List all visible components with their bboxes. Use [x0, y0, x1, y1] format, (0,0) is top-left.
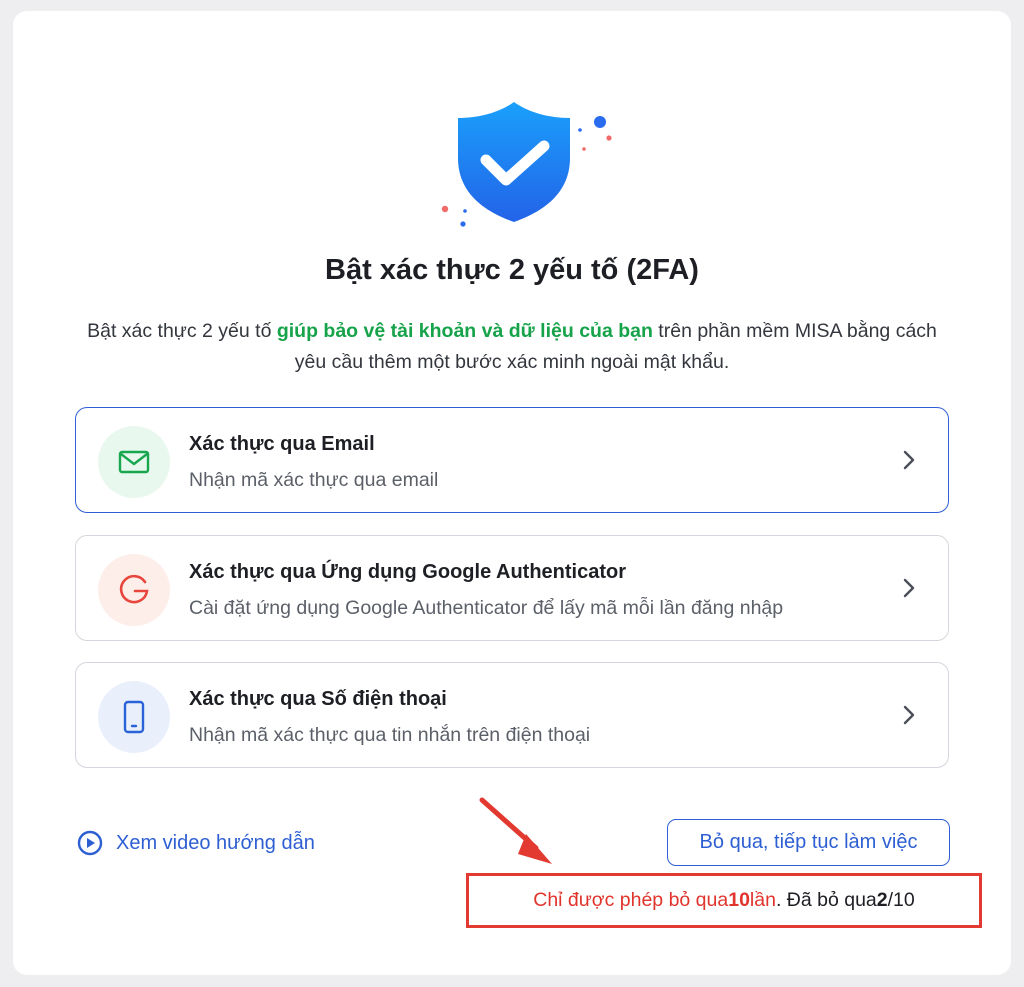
- skip-note-unit: lần: [749, 889, 776, 911]
- description: Bật xác thực 2 yếu tố giúp bảo vệ tài kh…: [80, 316, 944, 378]
- shield-check-icon: [441, 102, 612, 227]
- skip-note-total: /10: [887, 889, 915, 911]
- option-google-title: Xác thực qua Ứng dụng Google Authenticat…: [189, 561, 627, 583]
- chevron-right-icon: [903, 450, 915, 470]
- description-highlight: giúp bảo vệ tài khoản và dữ liệu của bạn: [276, 320, 653, 342]
- video-guide-link[interactable]: Xem video hướng dẫn: [77, 830, 315, 856]
- mail-icon: [98, 426, 170, 498]
- play-circle-icon: [77, 830, 103, 856]
- option-phone[interactable]: Xác thực qua Số điện thoại Nhận mã xác t…: [75, 662, 949, 768]
- option-email-title: Xác thực qua Email: [189, 433, 375, 455]
- google-icon: [98, 554, 170, 626]
- video-guide-label: Xem video hướng dẫn: [116, 831, 315, 854]
- phone-icon: [98, 681, 170, 753]
- skip-limit-notice: Chỉ được phép bỏ qua 10 lần. Đã bỏ qua 2…: [466, 873, 982, 928]
- page-title: Bật xác thực 2 yếu tố (2FA): [325, 254, 699, 286]
- option-phone-title: Xác thực qua Số điện thoại: [189, 688, 447, 710]
- skip-note-prefix: Chỉ được phép bỏ qua: [533, 889, 729, 911]
- skip-note-used: 2: [876, 889, 888, 911]
- skip-continue-button[interactable]: Bỏ qua, tiếp tục làm việc: [667, 819, 950, 866]
- skip-note-max: 10: [728, 889, 750, 911]
- chevron-right-icon: [903, 705, 915, 725]
- option-google-subtitle: Cài đặt ứng dụng Google Authenticator để…: [189, 597, 784, 619]
- option-email-subtitle: Nhận mã xác thực qua email: [189, 469, 439, 491]
- option-google-authenticator[interactable]: Xác thực qua Ứng dụng Google Authenticat…: [75, 535, 949, 641]
- chevron-right-icon: [903, 578, 915, 598]
- option-email[interactable]: Xác thực qua Email Nhận mã xác thực qua …: [75, 407, 949, 513]
- annotation-arrow-icon: [479, 797, 552, 864]
- option-phone-subtitle: Nhận mã xác thực qua tin nhắn trên điện …: [189, 724, 591, 746]
- skip-note-sep: . Đã bỏ qua: [775, 889, 877, 911]
- description-text: Bật xác thực 2 yếu tố: [87, 320, 277, 342]
